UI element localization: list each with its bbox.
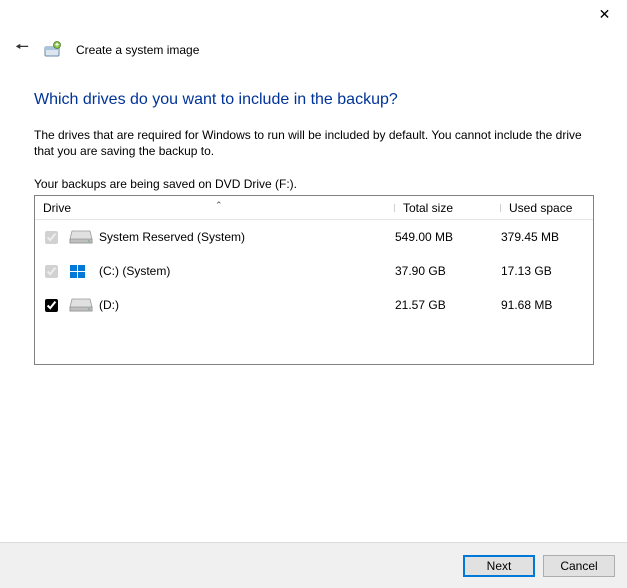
drive-checkbox[interactable] (45, 299, 58, 312)
page-heading: Which drives do you want to include in t… (34, 91, 593, 109)
drive-name: (D:) (99, 298, 119, 312)
titlebar: ✕ (0, 0, 627, 30)
cell-total-size: 549.00 MB (395, 230, 501, 244)
cancel-button[interactable]: Cancel (543, 555, 615, 577)
close-icon[interactable]: ✕ (582, 0, 627, 28)
sort-indicator-icon: ⌃ (215, 200, 223, 211)
content-area: Which drives do you want to include in t… (0, 63, 627, 365)
header-row: 🠔 Create a system image (0, 30, 627, 63)
table-body: System Reserved (System) 549.00 MB379.45 … (35, 220, 593, 322)
drives-table: Drive ⌃ Total size Used space System Res… (34, 195, 594, 365)
table-row[interactable]: (D:) 21.57 GB91.68 MB (35, 288, 593, 322)
col-header-used[interactable]: Used space (501, 201, 593, 215)
table-row[interactable]: (C:) (System) 37.90 GB17.13 GB (35, 254, 593, 288)
hard-drive-icon (69, 229, 91, 245)
app-icon (44, 41, 62, 59)
footer: Next Cancel (0, 542, 627, 588)
col-header-total[interactable]: Total size (395, 201, 501, 215)
cell-total-size: 21.57 GB (395, 298, 501, 312)
drive-name: System Reserved (System) (99, 230, 245, 244)
next-button[interactable]: Next (463, 555, 535, 577)
table-row[interactable]: System Reserved (System) 549.00 MB379.45 … (35, 220, 593, 254)
save-location-text: Your backups are being saved on DVD Driv… (34, 177, 593, 191)
cell-drive: (C:) (System) (35, 262, 395, 281)
cell-used-space: 91.68 MB (501, 298, 593, 312)
page-description: The drives that are required for Windows… (34, 127, 593, 159)
table-header: Drive ⌃ Total size Used space (35, 196, 593, 220)
col-header-drive[interactable]: Drive ⌃ (35, 201, 395, 215)
drive-checkbox (45, 265, 58, 278)
cell-drive: System Reserved (System) (35, 228, 395, 247)
col-header-drive-label: Drive (43, 201, 71, 215)
cell-used-space: 379.45 MB (501, 230, 593, 244)
back-arrow-icon[interactable]: 🠔 (14, 36, 30, 63)
hard-drive-icon (69, 297, 91, 313)
cell-total-size: 37.90 GB (395, 264, 501, 278)
drive-checkbox (45, 231, 58, 244)
cell-used-space: 17.13 GB (501, 264, 593, 278)
drive-name: (C:) (System) (99, 264, 170, 278)
windows-logo-icon (69, 263, 91, 279)
cell-drive: (D:) (35, 296, 395, 315)
window-title: Create a system image (76, 43, 199, 57)
